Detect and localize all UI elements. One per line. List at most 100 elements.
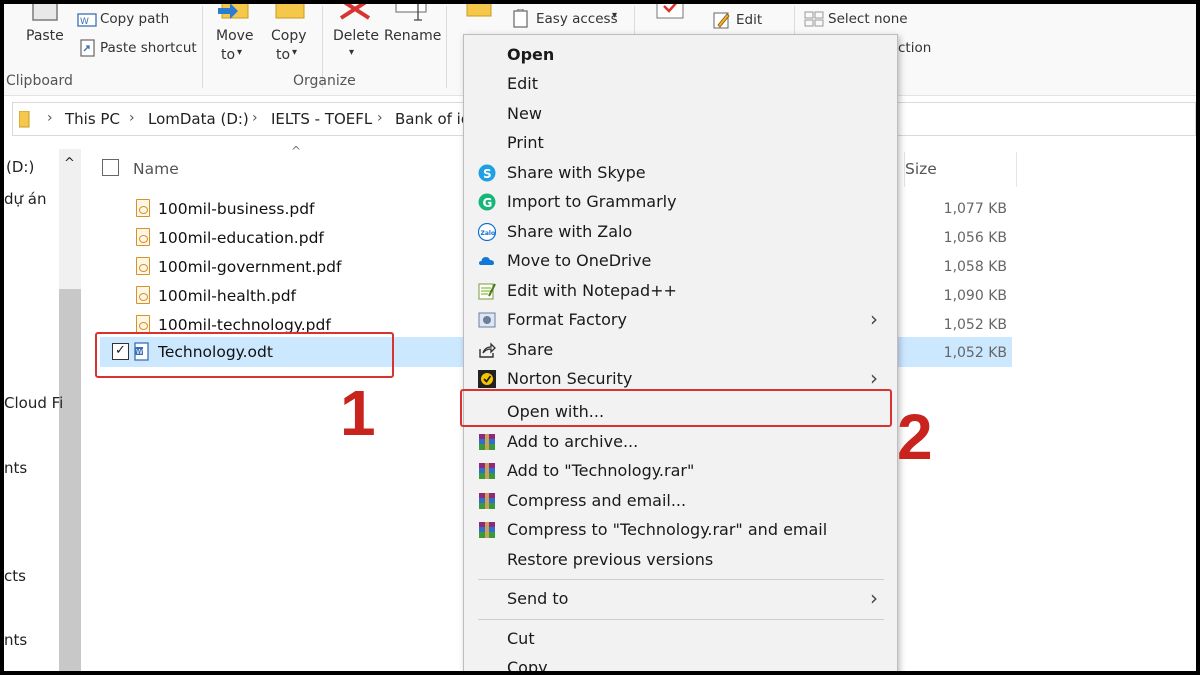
easy-access-dropdown-icon[interactable]: ▾ xyxy=(612,10,617,21)
delete-button[interactable]: Delete xyxy=(333,28,379,44)
context-menu: Open Edit New Print S Share with Skype G… xyxy=(463,34,898,671)
menu-separator xyxy=(478,619,884,620)
zalo-icon: Zalo xyxy=(478,223,496,241)
paste-button[interactable]: Paste xyxy=(26,28,64,44)
menu-item-edit[interactable]: Edit xyxy=(464,70,897,99)
file-size: 1,058 KB xyxy=(943,259,1007,275)
move-to-icon[interactable] xyxy=(218,4,254,24)
menu-item-move-to-onedrive[interactable]: Move to OneDrive xyxy=(464,247,897,276)
nav-item-documents[interactable]: nts xyxy=(4,459,27,477)
move-to-button-line2[interactable]: to xyxy=(221,47,235,63)
winrar-icon xyxy=(479,493,495,509)
menu-item-compress-and-email[interactable]: Compress and email... xyxy=(464,487,897,516)
breadcrumb-bank-of-ideas[interactable]: Bank of id xyxy=(395,110,470,128)
file-explorer-window: Paste W Copy path Paste shortcut Clipboa… xyxy=(4,4,1196,671)
menu-item-add-to-archive[interactable]: Add to archive... xyxy=(464,428,897,457)
file-row[interactable]: 100mil-government.pdf xyxy=(100,252,464,280)
copy-to-icon[interactable] xyxy=(274,4,308,24)
ribbon-separator xyxy=(202,6,203,88)
pdf-file-icon xyxy=(136,286,150,304)
clipboard-group-label: Clipboard xyxy=(6,73,73,89)
paste-shortcut-icon xyxy=(80,39,95,57)
winrar-icon xyxy=(479,434,495,450)
menu-item-restore-previous-versions[interactable]: Restore previous versions xyxy=(464,546,897,575)
file-name: 100mil-health.pdf xyxy=(158,287,297,305)
invert-selection-button[interactable]: ction xyxy=(898,40,931,56)
column-divider[interactable] xyxy=(1016,152,1017,187)
breadcrumb-lomdata[interactable]: LomData (D:) xyxy=(148,110,249,128)
menu-item-compress-to-rar-and-email[interactable]: Compress to "Technology.rar" and email xyxy=(464,516,897,545)
menu-item-format-factory[interactable]: Format Factory › xyxy=(464,306,897,335)
paste-icon[interactable] xyxy=(30,4,60,22)
nav-item-du-an[interactable]: dự án xyxy=(4,190,47,208)
menu-item-share[interactable]: Share xyxy=(464,336,897,365)
paste-shortcut-button[interactable]: Paste shortcut xyxy=(100,40,197,56)
menu-item-cut[interactable]: Cut xyxy=(464,625,897,654)
nav-item-documents-2[interactable]: nts xyxy=(4,631,27,649)
copy-to-dropdown-icon[interactable]: ▾ xyxy=(292,47,297,58)
menu-item-edit-with-notepadpp[interactable]: Edit with Notepad++ xyxy=(464,277,897,306)
file-row[interactable]: 100mil-health.pdf xyxy=(100,281,464,309)
menu-item-add-to-technology-rar[interactable]: Add to "Technology.rar" xyxy=(464,457,897,486)
easy-access-button[interactable]: Easy access xyxy=(536,11,618,27)
nav-item-cloud[interactable]: Cloud Fi xyxy=(4,394,63,412)
annotation-number-1: 1 xyxy=(340,377,376,449)
pdf-file-icon xyxy=(136,228,150,246)
column-header-name[interactable]: Name xyxy=(133,160,179,178)
move-to-button[interactable]: Move xyxy=(216,28,254,44)
menu-item-import-to-grammarly[interactable]: G Import to Grammarly xyxy=(464,188,897,217)
select-none-button[interactable]: Select none xyxy=(828,11,908,27)
copy-to-button-line2[interactable]: to xyxy=(276,47,290,63)
file-size: 1,090 KB xyxy=(943,288,1007,304)
breadcrumb-separator-icon[interactable]: › xyxy=(47,110,53,126)
notepadpp-icon xyxy=(478,283,496,300)
new-folder-icon[interactable] xyxy=(465,4,495,20)
select-all-checkbox[interactable] xyxy=(102,159,119,176)
submenu-arrow-icon: › xyxy=(870,307,878,331)
menu-item-send-to[interactable]: Send to › xyxy=(464,585,897,614)
nav-collapse-icon[interactable]: ^ xyxy=(64,156,75,171)
breadcrumb-separator-icon[interactable]: › xyxy=(129,110,135,126)
menu-item-copy[interactable]: Copy xyxy=(464,654,897,671)
menu-item-share-with-skype[interactable]: S Share with Skype xyxy=(464,159,897,188)
column-header-size[interactable]: Size xyxy=(905,160,937,178)
navigation-scrollbar-thumb[interactable] xyxy=(59,289,81,671)
file-size: 1,056 KB xyxy=(943,230,1007,246)
move-to-dropdown-icon[interactable]: ▾ xyxy=(237,47,242,58)
edit-icon[interactable] xyxy=(712,10,732,30)
menu-item-new[interactable]: New xyxy=(464,100,897,129)
breadcrumb-ielts-toefl[interactable]: IELTS - TOEFL xyxy=(271,110,372,128)
svg-text:G: G xyxy=(483,196,493,210)
rename-icon[interactable] xyxy=(394,4,430,22)
svg-text:S: S xyxy=(483,167,492,181)
submenu-arrow-icon: › xyxy=(870,586,878,610)
nav-item-drive-d[interactable]: (D:) xyxy=(6,158,34,176)
properties-icon[interactable] xyxy=(654,4,686,22)
menu-item-print[interactable]: Print xyxy=(464,129,897,158)
menu-item-share-with-zalo[interactable]: Zalo Share with Zalo xyxy=(464,218,897,247)
select-none-icon xyxy=(804,11,824,27)
edit-button[interactable]: Edit xyxy=(736,12,762,28)
file-row[interactable]: 100mil-education.pdf xyxy=(100,223,464,251)
breadcrumb-separator-icon[interactable]: › xyxy=(377,110,383,126)
winrar-icon xyxy=(479,463,495,479)
menu-separator xyxy=(478,579,884,580)
pdf-file-icon xyxy=(136,199,150,217)
copy-to-button[interactable]: Copy xyxy=(271,28,307,44)
breadcrumb-this-pc[interactable]: This PC xyxy=(65,110,120,128)
nav-item-objects[interactable]: cts xyxy=(4,567,26,585)
rename-button[interactable]: Rename xyxy=(384,28,441,44)
copy-path-button[interactable]: Copy path xyxy=(100,11,169,27)
delete-icon[interactable] xyxy=(338,4,372,22)
breadcrumb-separator-icon[interactable]: › xyxy=(252,110,258,126)
organize-group-label: Organize xyxy=(293,73,356,89)
file-name: 100mil-business.pdf xyxy=(158,200,315,218)
menu-item-open[interactable]: Open xyxy=(464,41,897,70)
svg-text:Zalo: Zalo xyxy=(481,230,496,237)
file-row[interactable]: 100mil-business.pdf xyxy=(100,194,464,222)
annotation-box-step1 xyxy=(95,332,394,378)
easy-access-icon[interactable] xyxy=(512,9,530,29)
annotation-number-2: 2 xyxy=(897,401,933,473)
delete-dropdown-icon[interactable]: ▾ xyxy=(349,47,354,58)
pdf-file-icon xyxy=(136,315,150,333)
